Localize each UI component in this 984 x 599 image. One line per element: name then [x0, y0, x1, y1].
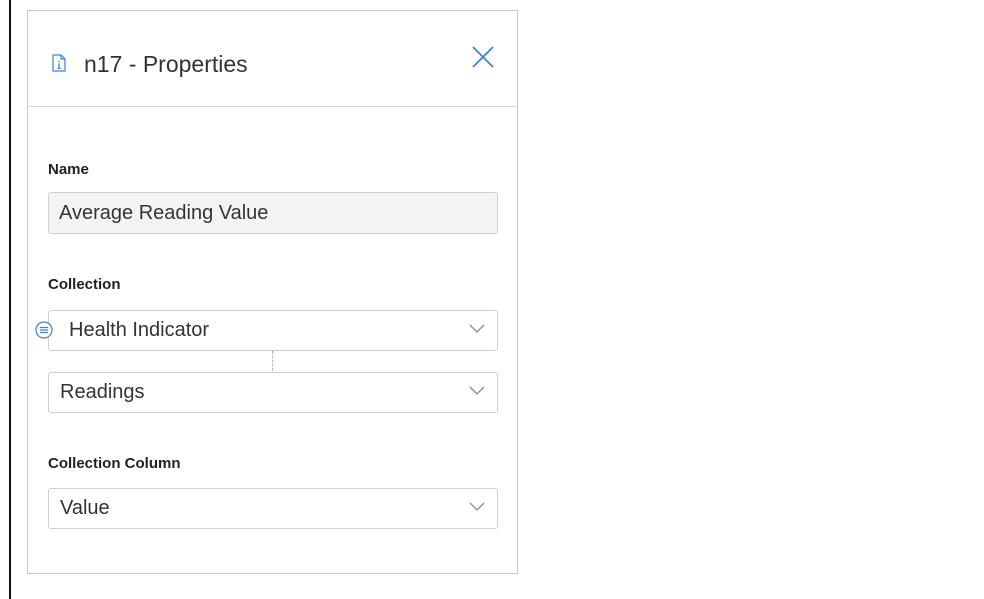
collection-subselect-value: Readings: [60, 381, 145, 403]
collection-subselect[interactable]: Readings: [48, 372, 498, 413]
left-divider: [9, 0, 11, 599]
collection-column-select-value: Value: [60, 497, 110, 519]
name-input-value: Average Reading Value: [59, 202, 269, 224]
document-info-icon: [52, 54, 66, 72]
chevron-down-icon: [469, 386, 485, 395]
collection-select[interactable]: Health Indicator: [48, 310, 498, 351]
chevron-down-icon: [469, 324, 485, 333]
panel-title: n17 - Properties: [84, 51, 248, 77]
properties-panel: n17 - Properties Name Average Reading Va…: [27, 10, 518, 574]
collection-select-value: Health Indicator: [69, 319, 210, 341]
panel-header: n17 - Properties: [28, 11, 517, 107]
collection-column-label: Collection Column: [48, 455, 181, 472]
collection-connector: [272, 351, 273, 371]
collection-label: Collection: [48, 276, 121, 293]
list-icon[interactable]: [35, 321, 53, 339]
chevron-down-icon: [469, 502, 485, 511]
name-input[interactable]: Average Reading Value: [48, 192, 498, 234]
collection-column-select[interactable]: Value: [48, 488, 498, 529]
name-label: Name: [48, 161, 89, 178]
close-icon[interactable]: [471, 45, 495, 69]
